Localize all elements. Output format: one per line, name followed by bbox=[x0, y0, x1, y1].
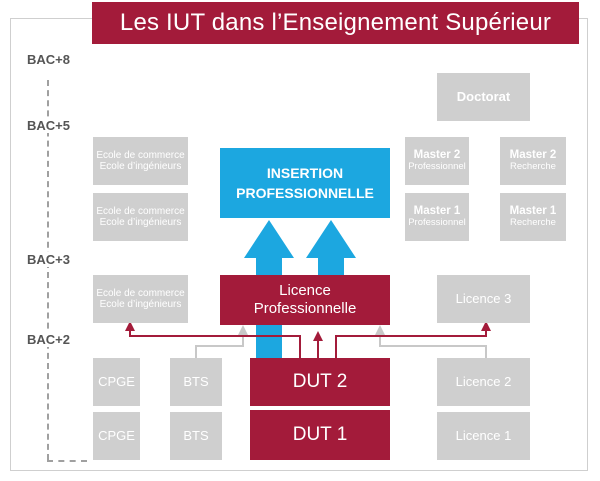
ecoles-box-bac5-top: Ecole de commerce Ecole d’ingénieurs bbox=[93, 137, 188, 185]
ecoles-box-bac3: Ecole de commerce Ecole d’ingénieurs bbox=[93, 275, 188, 323]
master1-pro-sub: Professionnel bbox=[408, 217, 466, 229]
master1-rech-box: Master 1 Recherche bbox=[500, 193, 566, 241]
insertion-line2: PROFESSIONNELLE bbox=[236, 185, 374, 201]
master2-rech-box: Master 2 Recherche bbox=[500, 137, 566, 185]
level-bac5: BAC+5 bbox=[24, 118, 73, 133]
cpge-box-year2: CPGE bbox=[93, 358, 140, 406]
licence1-box: Licence 1 bbox=[437, 412, 530, 460]
level-bac2: BAC+2 bbox=[24, 332, 73, 347]
level-axis-base bbox=[47, 460, 87, 462]
insertion-line1: INSERTION bbox=[266, 164, 344, 181]
ecole-commerce-label: Ecole de commerce bbox=[96, 205, 185, 217]
doctorat-box: Doctorat bbox=[437, 73, 530, 121]
ecole-ingenieurs-label: Ecole d’ingénieurs bbox=[99, 161, 182, 172]
level-bac8: BAC+8 bbox=[24, 52, 73, 67]
cpge-box-year1: CPGE bbox=[93, 412, 140, 460]
dut2-box: DUT 2 bbox=[250, 358, 390, 408]
master1-rech-sub: Recherche bbox=[510, 217, 556, 229]
level-bac3: BAC+3 bbox=[24, 252, 73, 267]
licence3-box: Licence 3 bbox=[437, 275, 530, 323]
ecole-ingenieurs-label: Ecole d’ingénieurs bbox=[99, 217, 182, 228]
ecole-ingenieurs-label: Ecole d’ingénieurs bbox=[99, 299, 182, 310]
licence-pro-line1: Licence bbox=[279, 282, 331, 299]
bts-box-year2: BTS bbox=[170, 358, 222, 406]
bts-box-year1: BTS bbox=[170, 412, 222, 460]
master2-pro-sub: Professionnel bbox=[408, 161, 466, 173]
dut1-box: DUT 1 bbox=[250, 410, 390, 460]
licence-pro-line2: Professionnelle bbox=[253, 300, 357, 317]
level-axis bbox=[47, 80, 49, 460]
licence2-box: Licence 2 bbox=[437, 358, 530, 406]
ecole-commerce-label: Ecole de commerce bbox=[96, 287, 185, 299]
insertion-professionnelle-box: INSERTION PROFESSIONNELLE bbox=[220, 148, 390, 218]
master2-rech-sub: Recherche bbox=[510, 161, 556, 173]
ecole-commerce-label: Ecole de commerce bbox=[96, 149, 185, 161]
ecoles-box-bac5-bottom: Ecole de commerce Ecole d’ingénieurs bbox=[93, 193, 188, 241]
master1-pro-box: Master 1 Professionnel bbox=[405, 193, 469, 241]
licence-professionnelle-box: Licence Professionnelle bbox=[220, 275, 390, 325]
master2-pro-box: Master 2 Professionnel bbox=[405, 137, 469, 185]
page-title: Les IUT dans l’Enseignement Supérieur bbox=[92, 2, 579, 44]
